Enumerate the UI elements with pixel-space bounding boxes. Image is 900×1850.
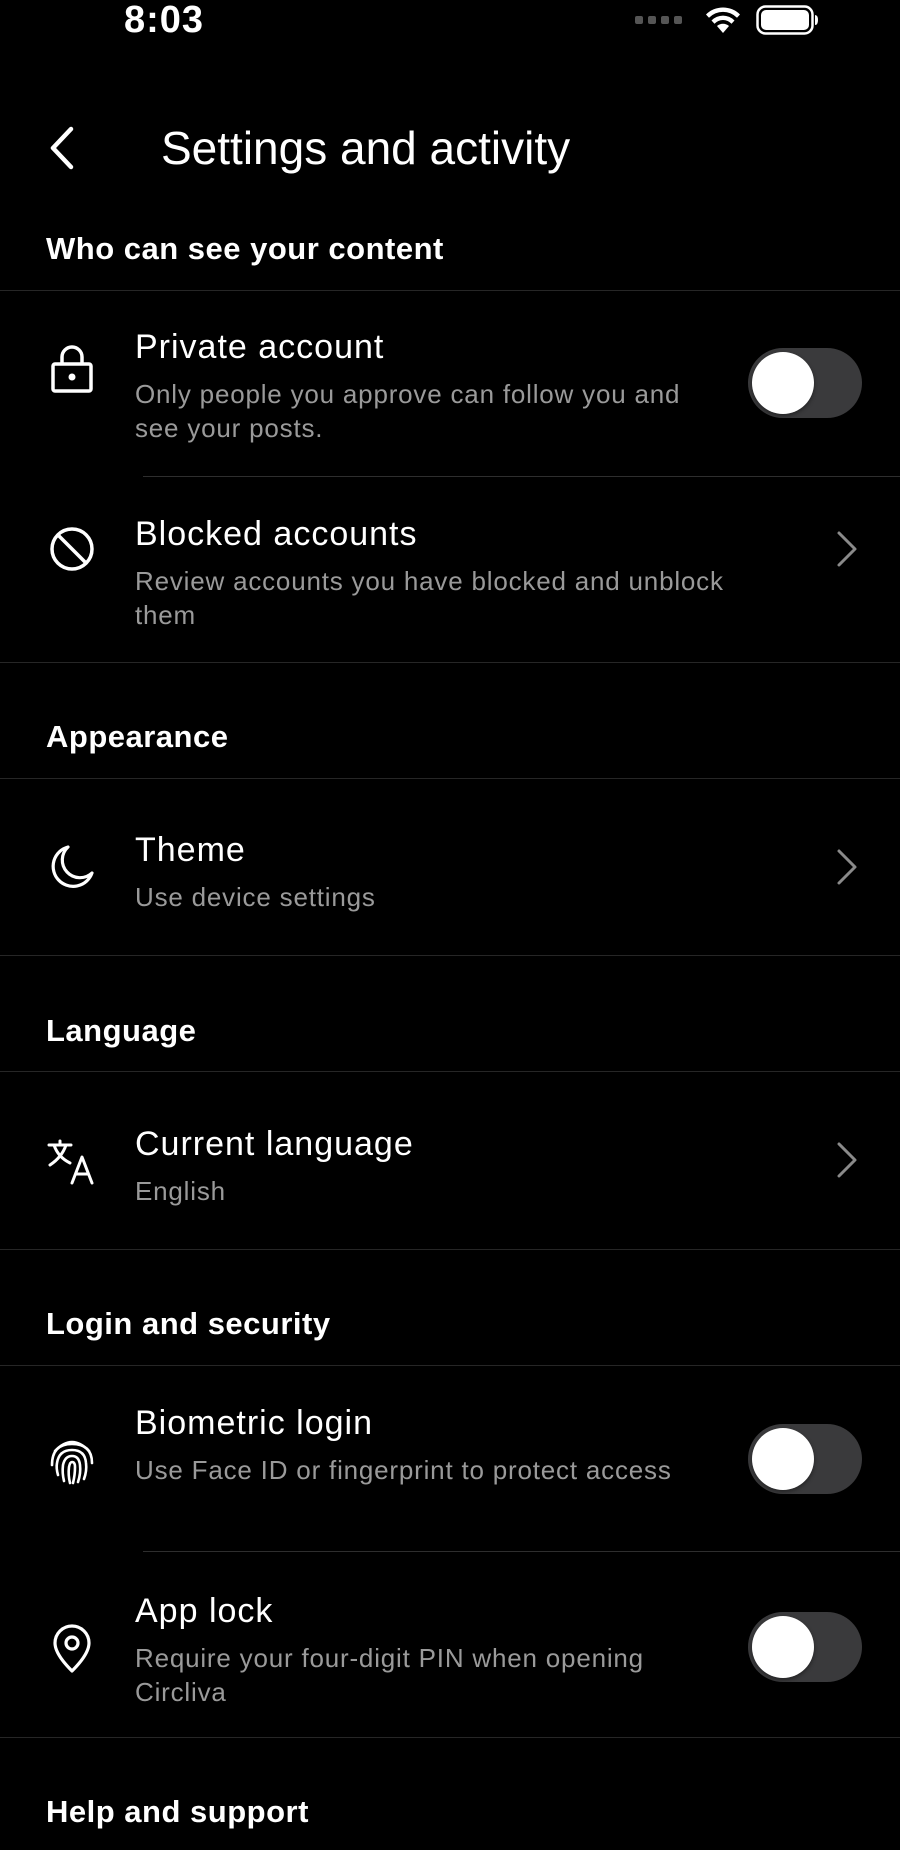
- app-lock-desc: Require your four-digit PIN when opening…: [135, 1643, 644, 1707]
- toggle-knob: [752, 1616, 814, 1678]
- app-lock-row[interactable]: App lock Require your four-digit PIN whe…: [0, 1552, 900, 1737]
- current-language-title: Current language: [135, 1125, 414, 1163]
- blocked-icon: [46, 523, 98, 575]
- biometric-login-toggle[interactable]: [748, 1424, 862, 1494]
- biometric-login-title: Biometric login: [135, 1404, 373, 1442]
- translate-icon: [46, 1136, 98, 1188]
- section-header-appearance: Appearance: [46, 719, 229, 754]
- back-button[interactable]: [40, 124, 84, 172]
- current-language-desc: English: [135, 1176, 226, 1206]
- private-account-title: Private account: [135, 328, 385, 366]
- private-account-desc: Only people you approve can follow you a…: [135, 379, 681, 443]
- chevron-right-icon: [832, 1138, 862, 1182]
- toggle-knob: [752, 1428, 814, 1490]
- blocked-accounts-desc: Review accounts you have blocked and unb…: [135, 566, 724, 630]
- chevron-right-icon: [832, 527, 862, 571]
- divider: [0, 955, 900, 956]
- current-language-row[interactable]: Current language English: [0, 1072, 900, 1249]
- section-header-language: Language: [46, 1013, 197, 1048]
- wifi-icon: [706, 7, 740, 33]
- location-pin-icon: [46, 1623, 98, 1675]
- divider: [0, 662, 900, 663]
- biometric-login-desc: Use Face ID or fingerprint to protect ac…: [135, 1455, 672, 1485]
- section-header-help: Help and support: [46, 1794, 309, 1829]
- chevron-left-icon: [50, 126, 74, 170]
- moon-icon: [46, 841, 98, 893]
- theme-desc: Use device settings: [135, 882, 376, 912]
- chevron-right-icon: [832, 845, 862, 889]
- app-lock-toggle[interactable]: [748, 1612, 862, 1682]
- app-lock-title: App lock: [135, 1592, 274, 1630]
- private-account-row[interactable]: Private account Only people you approve …: [0, 291, 900, 476]
- blocked-accounts-row[interactable]: Blocked accounts Review accounts you hav…: [0, 477, 900, 662]
- fingerprint-icon: [46, 1434, 98, 1486]
- divider: [0, 1249, 900, 1250]
- section-header-security: Login and security: [46, 1306, 331, 1341]
- page-title: Settings and activity: [161, 122, 571, 174]
- private-account-toggle[interactable]: [748, 348, 862, 418]
- status-time: 8:03: [124, 0, 205, 41]
- toggle-knob: [752, 352, 814, 414]
- lock-icon: [46, 343, 98, 395]
- battery-icon: [756, 5, 818, 35]
- blocked-accounts-title: Blocked accounts: [135, 515, 418, 553]
- biometric-login-row[interactable]: Biometric login Use Face ID or fingerpri…: [0, 1366, 900, 1551]
- signal-icon: [635, 16, 682, 24]
- header: Settings and activity: [0, 100, 900, 196]
- section-header-content: Who can see your content: [46, 231, 444, 266]
- theme-row[interactable]: Theme Use device settings: [0, 779, 900, 955]
- theme-title: Theme: [135, 831, 246, 869]
- status-icons: [635, 4, 820, 36]
- divider: [0, 1737, 900, 1738]
- status-bar: 8:03: [0, 0, 900, 44]
